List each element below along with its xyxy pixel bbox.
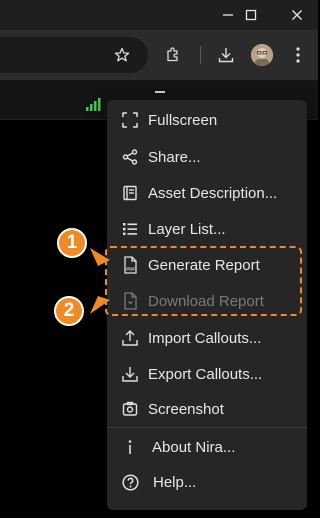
menu-item-layer-list[interactable]: Layer List... — [107, 211, 307, 247]
maximize-icon[interactable] — [233, 0, 269, 30]
step-badge-1: 1 — [57, 228, 87, 258]
menu-item-label: Fullscreen — [148, 112, 218, 129]
menu-item-asset-description[interactable]: Asset Description... — [107, 175, 307, 211]
download-icon — [121, 365, 139, 383]
list-icon — [121, 220, 139, 238]
signal-icon — [86, 97, 104, 116]
menu-item-import-callouts[interactable]: Import Callouts... — [107, 320, 307, 356]
pointer-arrow-1 — [90, 248, 110, 266]
menu-item-label: Export Callouts... — [148, 366, 263, 383]
app-screenshot: Fullscreen Share... Asset Description... — [0, 0, 318, 518]
step-badge-2: 2 — [54, 296, 84, 326]
document-icon — [121, 184, 139, 202]
screenshot-icon — [121, 400, 139, 418]
menu-item-export-callouts[interactable]: Export Callouts... — [107, 356, 307, 392]
pointer-arrow-2 — [90, 296, 110, 314]
extensions-icon[interactable] — [159, 41, 187, 69]
menu-item-share[interactable]: Share... — [107, 139, 307, 175]
menu-item-label: Layer List... — [148, 221, 226, 238]
menu-item-label: Share... — [148, 149, 201, 166]
menu-divider — [107, 427, 307, 428]
more-vert-icon[interactable] — [284, 41, 312, 69]
browser-toolbar — [0, 30, 318, 80]
menu-item-about[interactable]: About Nira... — [107, 429, 307, 465]
toolbar-separator — [200, 46, 201, 64]
menu-item-label: Help... — [153, 474, 197, 491]
fullscreen-icon — [121, 111, 139, 129]
menu-item-fullscreen[interactable]: Fullscreen — [107, 102, 307, 138]
menu-item-label: About Nira... — [152, 439, 236, 456]
download-icon[interactable] — [212, 41, 240, 69]
help-icon — [121, 473, 139, 491]
upload-icon — [121, 329, 139, 347]
star-icon[interactable] — [108, 41, 136, 69]
highlight-box — [105, 246, 302, 316]
menu-item-label: Import Callouts... — [148, 330, 262, 347]
browser-titlebar — [0, 0, 318, 30]
info-icon — [121, 438, 139, 456]
menu-item-help[interactable]: Help... — [107, 464, 307, 500]
close-icon[interactable] — [279, 0, 315, 30]
share-icon — [121, 148, 139, 166]
menu-item-label: Asset Description... — [148, 185, 278, 202]
avatar[interactable] — [251, 44, 273, 66]
menu-item-label: Screenshot — [148, 401, 224, 418]
menu-item-screenshot[interactable]: Screenshot — [107, 391, 307, 427]
menu-toggle-mark[interactable] — [155, 91, 165, 93]
